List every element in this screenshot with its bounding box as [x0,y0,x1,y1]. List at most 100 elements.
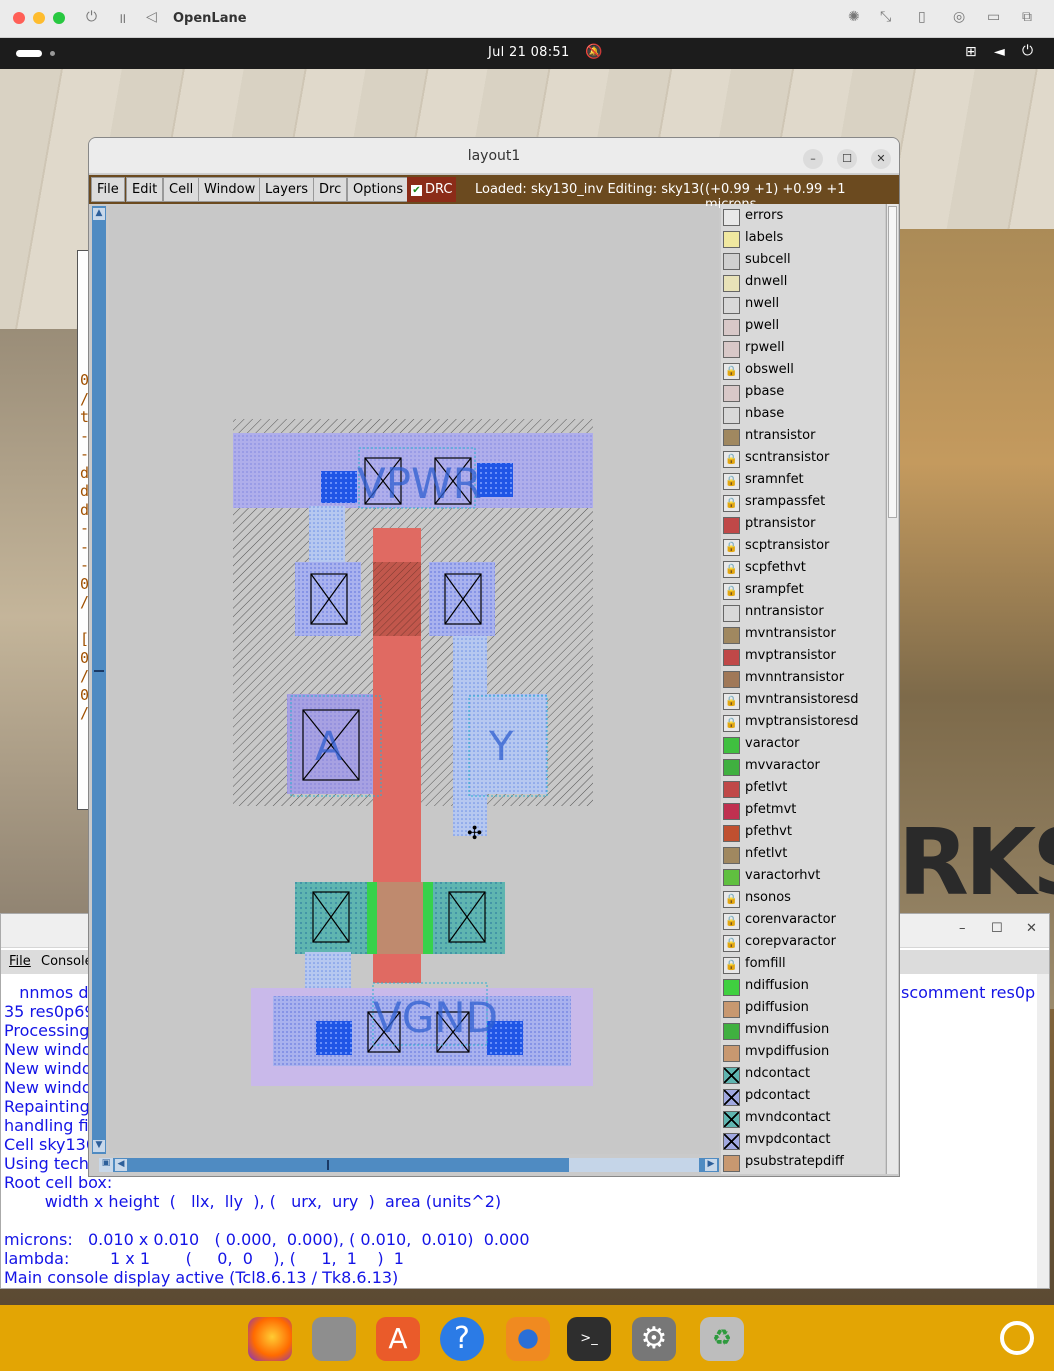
layer-row[interactable]: 🔒 sramnfet [721,470,885,492]
console-close-button[interactable]: ✕ [1026,921,1037,936]
layer-swatch-icon[interactable] [723,253,740,270]
layer-swatch-icon[interactable] [723,297,740,314]
layer-row[interactable]: 🔒 srampfet [721,580,885,602]
power-menu-icon[interactable]: ⏻ [1022,43,1033,59]
scroll-left-icon[interactable]: ◀ [115,1159,127,1171]
layer-row[interactable]: pfethvt [721,822,885,844]
layer-row[interactable]: mvntransistor [721,624,885,646]
vscroll-thumb[interactable] [94,670,104,672]
back-icon[interactable]: ◁ [146,9,157,25]
console-menu-console[interactable]: Console [41,954,93,969]
layer-swatch-icon[interactable] [723,671,740,688]
layer-row[interactable]: pfetmvt [721,800,885,822]
layer-swatch-icon[interactable] [723,737,740,754]
layer-swatch-icon[interactable] [723,341,740,358]
layer-swatch-icon[interactable] [723,869,740,886]
files-icon[interactable] [312,1317,356,1361]
layer-swatch-icon[interactable] [723,759,740,776]
layer-row[interactable]: 🔒 obswell [721,360,885,382]
layer-row[interactable]: ndcontact [721,1064,885,1086]
layer-row[interactable]: mvvaractor [721,756,885,778]
magic-layout-window[interactable]: layout1 – ☐ ✕ File Edit Cell Window Laye… [88,137,900,1177]
layer-row[interactable]: ndiffusion [721,976,885,998]
layer-swatch-icon[interactable] [723,1155,740,1172]
layer-row[interactable]: psubstratepdiff [721,1152,885,1174]
layer-row[interactable]: 🔒 mvntransistoresd [721,690,885,712]
power-icon[interactable]: ⏻ [86,9,97,25]
layer-row[interactable]: mvptransistor [721,646,885,668]
layer-row[interactable]: nfetlvt [721,844,885,866]
layer-row[interactable]: 🔒 nsonos [721,888,885,910]
layer-swatch-icon[interactable] [723,429,740,446]
layer-row[interactable]: pdiffusion [721,998,885,1020]
help-icon[interactable]: ? [440,1317,484,1361]
layer-swatch-icon[interactable] [723,231,740,248]
folder-icon[interactable]: ▭ [987,9,1000,25]
usb-icon[interactable]: ▯ [918,9,926,25]
scroll-up-icon[interactable]: ▲ [93,208,105,220]
menu-options[interactable]: Options [347,177,410,202]
layer-swatch-icon[interactable]: 🔒 [723,957,740,974]
scroll-right-icon[interactable]: ▶ [705,1159,717,1171]
layer-swatch-icon[interactable] [723,1001,740,1018]
layer-scroll-thumb[interactable] [888,206,897,518]
layer-row[interactable]: mvndiffusion [721,1020,885,1042]
layer-swatch-icon[interactable]: 🔒 [723,363,740,380]
layer-row[interactable]: mvpdiffusion [721,1042,885,1064]
menu-drc[interactable]: Drc [313,177,348,202]
layer-row[interactable]: nntransistor [721,602,885,624]
layer-swatch-icon[interactable]: 🔒 [723,473,740,490]
layer-swatch-icon[interactable]: 🔒 [723,891,740,908]
zoom-dot[interactable] [53,12,65,24]
drc-toggle[interactable]: ✔ DRC [407,177,457,202]
resize-icon[interactable]: ⤡ [880,9,891,25]
terminal-icon[interactable]: >_ [567,1317,611,1361]
vertical-scrollbar[interactable]: ▲ ▼ [92,206,106,1154]
layer-row[interactable]: labels [721,228,885,250]
layer-palette[interactable]: errors labels subcell dnwell nwell pwell rpwel… [721,204,885,1174]
maximize-button[interactable]: ☐ [837,149,857,169]
menu-window[interactable]: Window [198,177,262,202]
layer-swatch-icon[interactable] [723,275,740,292]
layer-swatch-icon[interactable] [723,1067,740,1084]
console-maximize-button[interactable]: ☐ [991,921,1003,936]
layer-swatch-icon[interactable]: 🔒 [723,693,740,710]
layer-swatch-icon[interactable]: 🔒 [723,561,740,578]
layer-row[interactable]: rpwell [721,338,885,360]
drc-checkbox-icon[interactable]: ✔ [411,185,422,196]
layer-swatch-icon[interactable] [723,1133,740,1150]
disc-icon[interactable]: ◎ [953,9,965,25]
layer-row[interactable]: 🔒 fomfill [721,954,885,976]
layer-row[interactable]: varactorhvt [721,866,885,888]
layer-swatch-icon[interactable] [723,1023,740,1040]
menu-edit[interactable]: Edit [126,177,164,202]
activities-icon[interactable] [16,50,42,57]
layer-row[interactable]: dnwell [721,272,885,294]
brightness-icon[interactable]: ✺ [848,9,860,25]
layer-swatch-icon[interactable] [723,825,740,842]
layer-row[interactable]: 🔒 mvptransistoresd [721,712,885,734]
layer-swatch-icon[interactable] [723,1089,740,1106]
firefox-icon[interactable] [248,1317,292,1361]
layer-row[interactable]: 🔒 scptransistor [721,536,885,558]
layer-row[interactable]: pbase [721,382,885,404]
layer-row[interactable]: nbase [721,404,885,426]
console-scrollbar[interactable] [1037,974,1049,1288]
settings-icon[interactable]: ⚙ [632,1317,676,1361]
layer-row[interactable]: pwell [721,316,885,338]
layer-swatch-icon[interactable]: 🔒 [723,583,740,600]
layer-row[interactable]: nwell [721,294,885,316]
network-icon[interactable]: ⊞ [965,44,977,60]
app-center-icon[interactable]: A [376,1317,420,1361]
layout-canvas[interactable]: VPWR VGND A Y ✣ [109,206,719,1154]
layer-row[interactable]: 🔒 srampassfet [721,492,885,514]
layer-row[interactable]: 🔒 scpfethvt [721,558,885,580]
blender-icon[interactable] [506,1317,550,1361]
hscroll-thumb[interactable] [327,1160,329,1170]
layer-swatch-icon[interactable]: 🔒 [723,451,740,468]
menu-layers[interactable]: Layers [259,177,315,202]
layer-swatch-icon[interactable]: 🔒 [723,495,740,512]
layer-swatch-icon[interactable] [723,1045,740,1062]
layer-row[interactable]: mvpdcontact [721,1130,885,1152]
layer-swatch-icon[interactable] [723,649,740,666]
